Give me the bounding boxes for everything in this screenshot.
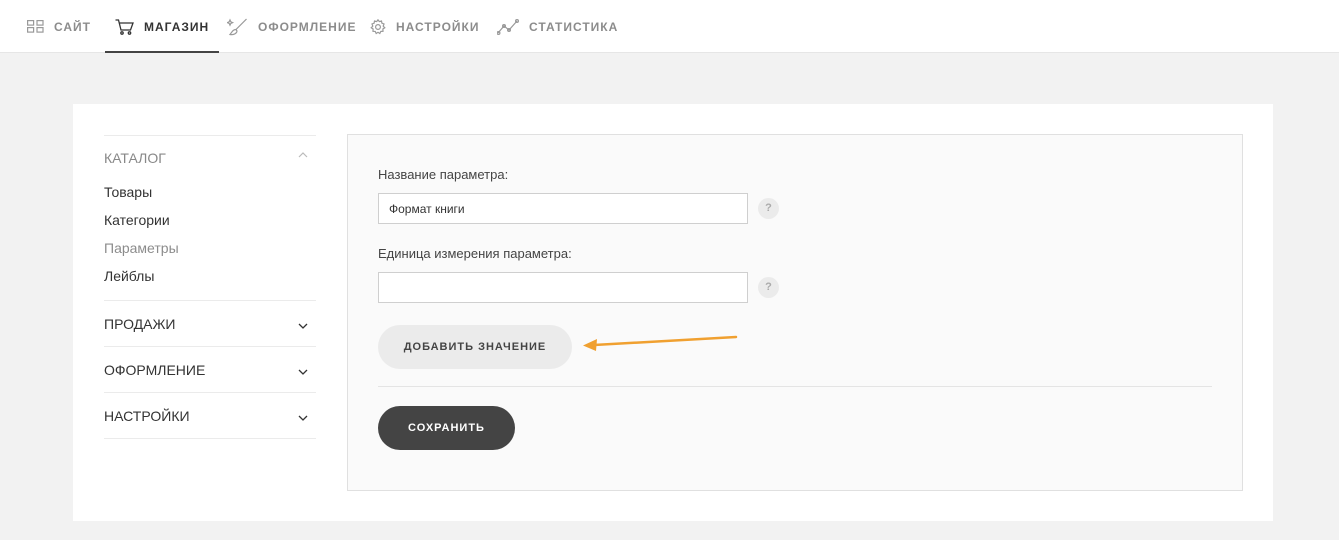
content-card: КАТАЛОГ Товары Категории Параметры Лейбл… bbox=[73, 104, 1273, 521]
parameter-name-label: Название параметра: bbox=[378, 167, 509, 182]
sidebar-item-parameters[interactable]: Параметры bbox=[104, 234, 316, 262]
sidebar-section-settings: НАСТРОЙКИ bbox=[104, 392, 316, 439]
sidebar-section-header[interactable]: НАСТРОЙКИ bbox=[104, 393, 316, 438]
parameter-name-input[interactable] bbox=[378, 193, 748, 224]
nav-item-settings[interactable]: НАСТРОЙКИ bbox=[370, 0, 479, 53]
sidebar-section-header[interactable]: ПРОДАЖИ bbox=[104, 301, 316, 346]
nav-label: СТАТИСТИКА bbox=[529, 19, 619, 34]
nav-label: МАГАЗИН bbox=[144, 19, 210, 34]
sidebar-section-title: ОФОРМЛЕНИЕ bbox=[104, 361, 206, 378]
sidebar-section-header[interactable]: ОФОРМЛЕНИЕ bbox=[104, 347, 316, 392]
nav-item-statistics[interactable]: СТАТИСТИКА bbox=[497, 0, 618, 53]
nav-label: ОФОРМЛЕНИЕ bbox=[258, 19, 357, 34]
sidebar-item-labels[interactable]: Лейблы bbox=[104, 262, 316, 290]
help-icon[interactable]: ? bbox=[758, 198, 779, 219]
brush-icon bbox=[227, 18, 248, 36]
sidebar-section-design: ОФОРМЛЕНИЕ bbox=[104, 346, 316, 392]
sidebar-section-sales: ПРОДАЖИ bbox=[104, 300, 316, 346]
save-button[interactable]: СОХРАНИТЬ bbox=[378, 406, 515, 450]
chevron-down-icon bbox=[298, 408, 308, 424]
sidebar-section-title: ПРОДАЖИ bbox=[104, 315, 176, 332]
grid-icon bbox=[27, 20, 44, 33]
nav-item-design[interactable]: ОФОРМЛЕНИЕ bbox=[227, 0, 356, 53]
stats-icon bbox=[497, 18, 519, 35]
sidebar-section-header[interactable]: КАТАЛОГ bbox=[104, 136, 316, 178]
parameter-unit-label: Единица измерения параметра: bbox=[378, 246, 572, 261]
chevron-down-icon bbox=[298, 316, 308, 332]
nav-item-site[interactable]: САЙТ bbox=[27, 0, 91, 53]
top-navigation: САЙТ МАГАЗИН ОФОРМЛЕНИЕ НАСТРОЙКИ СТАТИС… bbox=[0, 0, 1339, 53]
sidebar-item-products[interactable]: Товары bbox=[104, 178, 316, 206]
catalog-items: Товары Категории Параметры Лейблы bbox=[104, 178, 316, 300]
sidebar: КАТАЛОГ Товары Категории Параметры Лейбл… bbox=[104, 135, 316, 439]
divider bbox=[378, 386, 1212, 387]
chevron-down-icon bbox=[298, 362, 308, 378]
nav-item-shop[interactable]: МАГАЗИН bbox=[104, 0, 220, 53]
nav-label: САЙТ bbox=[54, 19, 91, 34]
gear-icon bbox=[370, 18, 386, 35]
sidebar-section-title: КАТАЛОГ bbox=[104, 150, 166, 166]
add-value-button[interactable]: ДОБАВИТЬ ЗНАЧЕНИЕ bbox=[378, 325, 572, 369]
nav-label: НАСТРОЙКИ bbox=[396, 19, 480, 34]
cart-icon bbox=[115, 18, 134, 35]
sidebar-item-categories[interactable]: Категории bbox=[104, 206, 316, 234]
parameter-unit-input[interactable] bbox=[378, 272, 748, 303]
chevron-up-icon bbox=[298, 145, 308, 161]
parameter-form: Название параметра: ? Единица измерения … bbox=[347, 134, 1243, 491]
sidebar-section-title: НАСТРОЙКИ bbox=[104, 407, 190, 424]
sidebar-section-catalog: КАТАЛОГ Товары Категории Параметры Лейбл… bbox=[104, 135, 316, 300]
help-icon[interactable]: ? bbox=[758, 277, 779, 298]
